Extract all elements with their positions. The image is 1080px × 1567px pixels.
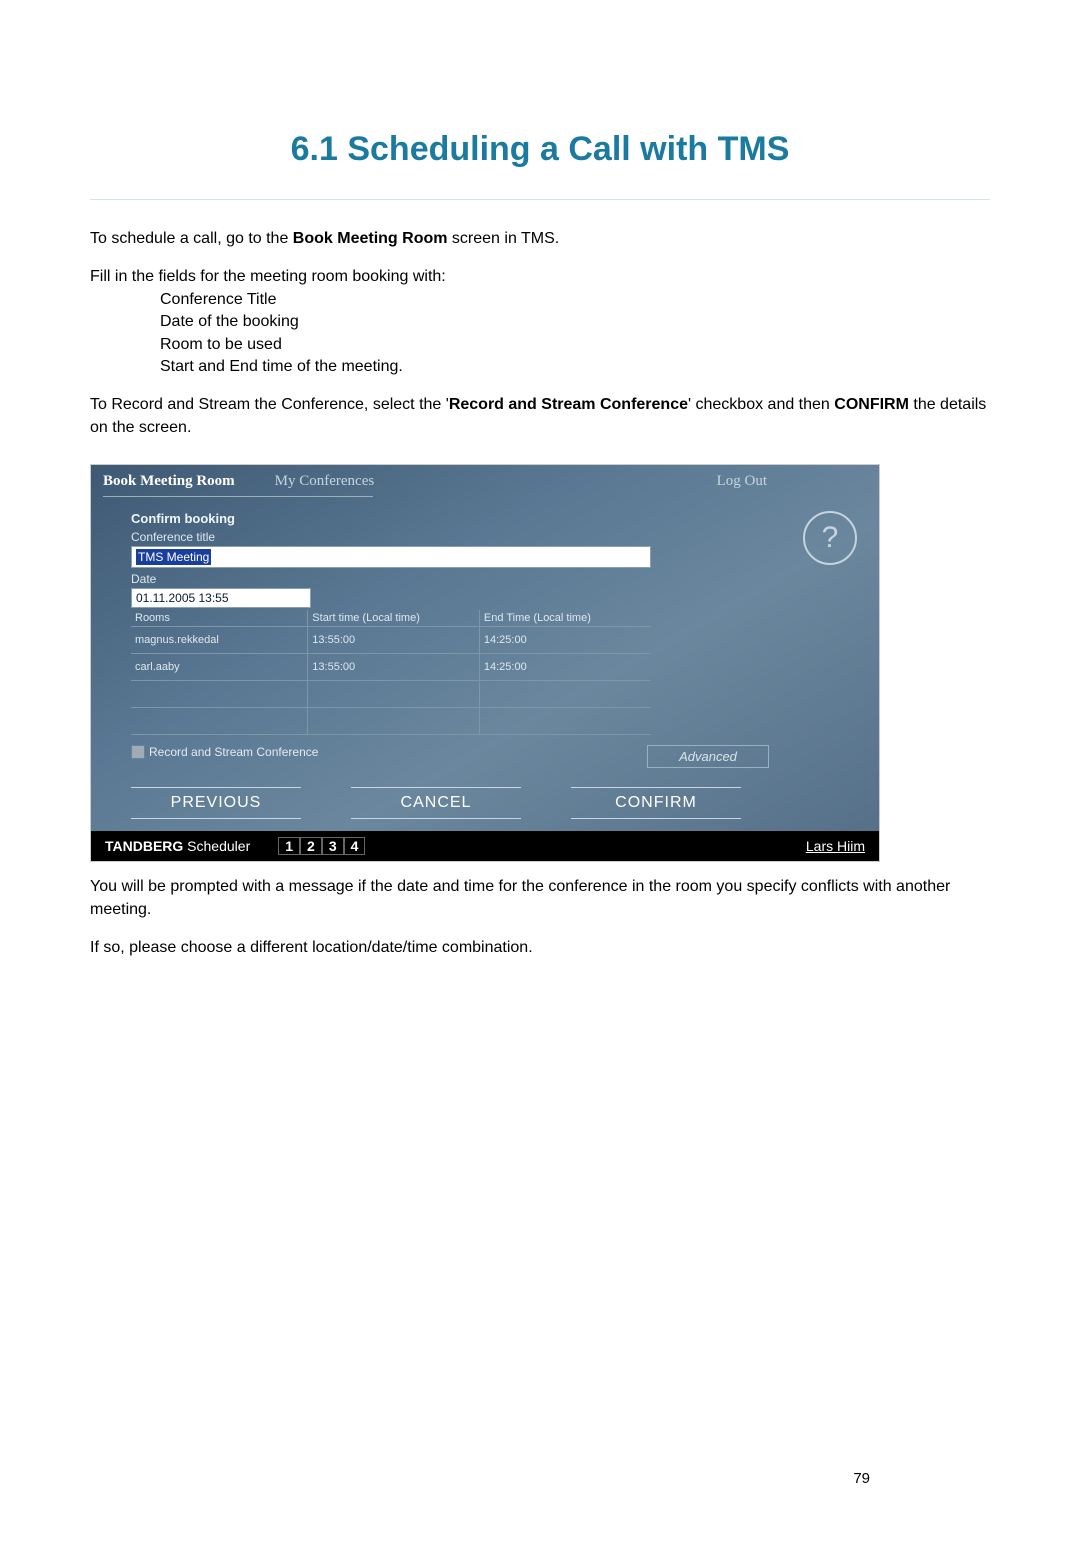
- wizard-steps: 1 2 3 4: [278, 837, 365, 855]
- tms-screenshot: ? Book Meeting Room My Conferences Log O…: [90, 464, 880, 862]
- form-area: Confirm booking Conference title TMS Mee…: [91, 497, 879, 769]
- table-row: magnus.rekkedal 13:55:00 14:25:00: [131, 627, 651, 654]
- text: ' checkbox and then: [688, 396, 834, 413]
- tab-my-conferences[interactable]: My Conferences: [275, 473, 375, 490]
- step[interactable]: 3: [322, 837, 344, 855]
- outro-p1: You will be prompted with a message if t…: [90, 876, 990, 921]
- table-row: [131, 708, 651, 735]
- bold-text: CONFIRM: [834, 396, 909, 413]
- list-item: Room to be used: [160, 334, 990, 356]
- date-input[interactable]: 01.11.2005 13:55: [131, 588, 311, 608]
- checkbox-icon: [131, 745, 145, 759]
- confirm-button[interactable]: CONFIRM: [571, 787, 741, 819]
- list-item: Start and End time of the meeting.: [160, 356, 990, 378]
- cell: [479, 708, 651, 735]
- confirm-heading: Confirm booking: [131, 511, 839, 526]
- step[interactable]: 2: [300, 837, 322, 855]
- cell: 13:55:00: [308, 627, 480, 654]
- text: To schedule a call, go to the: [90, 230, 293, 247]
- col-start: Start time (Local time): [308, 610, 480, 627]
- cell: [479, 681, 651, 708]
- outro-p2: If so, please choose a different locatio…: [90, 937, 990, 959]
- logout-link[interactable]: Log Out: [717, 473, 867, 490]
- divider: [90, 199, 990, 200]
- button-row: PREVIOUS CANCEL CONFIRM: [131, 787, 839, 819]
- step[interactable]: 1: [278, 837, 300, 855]
- step[interactable]: 4: [344, 837, 366, 855]
- intro-p2: Fill in the fields for the meeting room …: [90, 266, 990, 288]
- label-conference-title: Conference title: [131, 530, 839, 544]
- col-rooms: Rooms: [131, 610, 308, 627]
- conference-title-input[interactable]: TMS Meeting: [131, 546, 651, 568]
- text: To Record and Stream the Conference, sel…: [90, 396, 449, 413]
- rooms-table: Rooms Start time (Local time) End Time (…: [131, 610, 651, 735]
- list-item: Conference Title: [160, 289, 990, 311]
- cell: carl.aaby: [131, 654, 308, 681]
- cell: magnus.rekkedal: [131, 627, 308, 654]
- page-number: 79: [853, 1470, 870, 1487]
- brand: TANDBERG Scheduler: [105, 838, 250, 854]
- cell: [308, 708, 480, 735]
- checkbox-label: Record and Stream Conference: [149, 745, 318, 759]
- text: screen in TMS.: [447, 230, 559, 247]
- user-link[interactable]: Lars Hiim: [806, 838, 865, 854]
- label-date: Date: [131, 572, 839, 586]
- footer-bar: TANDBERG Scheduler 1 2 3 4 Lars Hiim: [91, 831, 879, 861]
- cell: [131, 708, 308, 735]
- cell: 14:25:00: [479, 654, 651, 681]
- list-item: Date of the booking: [160, 311, 990, 333]
- brand-suffix: Scheduler: [183, 838, 250, 854]
- field-list: Conference Title Date of the booking Roo…: [90, 289, 990, 379]
- table-row: carl.aaby 13:55:00 14:25:00: [131, 654, 651, 681]
- previous-button[interactable]: PREVIOUS: [131, 787, 301, 819]
- cancel-button[interactable]: CANCEL: [351, 787, 521, 819]
- section-title: 6.1 Scheduling a Call with TMS: [90, 130, 990, 169]
- tab-book-meeting-room[interactable]: Book Meeting Room: [103, 473, 235, 490]
- cell: [308, 681, 480, 708]
- table-row: [131, 681, 651, 708]
- bold-text: Book Meeting Room: [293, 230, 448, 247]
- intro-p1: To schedule a call, go to the Book Meeti…: [90, 228, 990, 250]
- bold-text: Record and Stream Conference: [449, 396, 688, 413]
- advanced-button[interactable]: Advanced: [647, 745, 769, 768]
- cell: 14:25:00: [479, 627, 651, 654]
- cell: [131, 681, 308, 708]
- intro-p3: To Record and Stream the Conference, sel…: [90, 394, 990, 439]
- brand-strong: TANDBERG: [105, 838, 183, 854]
- cell: 13:55:00: [308, 654, 480, 681]
- input-value: TMS Meeting: [136, 549, 211, 565]
- col-end: End Time (Local time): [479, 610, 651, 627]
- tab-bar: Book Meeting Room My Conferences Log Out: [91, 465, 879, 490]
